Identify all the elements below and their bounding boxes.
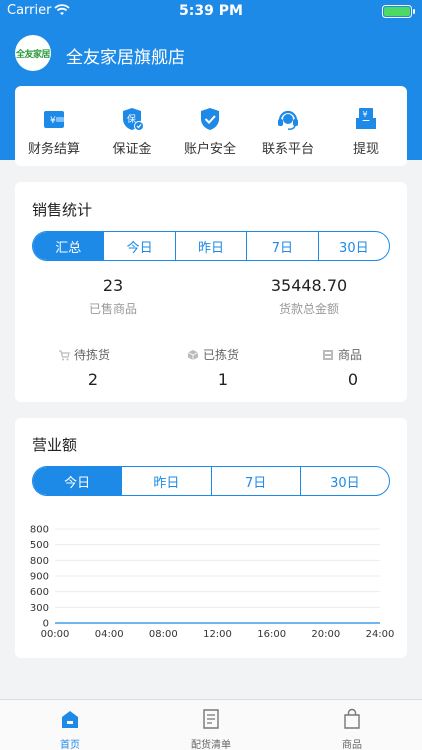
chart-x-tick-label: 16:00 [257,629,286,640]
store-logo: 全友家居 [15,35,51,71]
pending-pick-value: 2 [87,370,99,389]
pending-pick-label: 待拣货 [58,346,110,363]
sales-tab-yesterday[interactable]: 昨日 [174,232,246,260]
revenue-period-tabs: 今日 昨日 7日 30日 [32,466,390,496]
cart-icon [59,349,70,360]
chart-y-tick-label: 500 [30,540,49,551]
goods-text: 商品 [338,348,363,362]
chart-x-tick-label: 20:00 [311,629,340,640]
withdraw-icon: ¥ [356,108,376,129]
svg-text:¥: ¥ [363,110,368,119]
deposit-shield-icon: 保 [123,108,144,131]
sales-period-tabs: 汇总 今日 昨日 7日 30日 [32,231,390,261]
total-amount-value: 35448.70 [270,276,348,295]
shield-check-icon [201,108,219,130]
quick-action-contact[interactable]: 联系平台 [249,86,327,166]
quick-actions-card: ¥ 财务结算 保 保证金 账户安全 联系平台 ¥ 提现 [15,86,407,166]
sales-tab-30days[interactable]: 30日 [317,232,389,260]
quick-action-label: 提现 [352,142,379,157]
chart-y-tick-label: 0 [43,619,49,630]
revenue-card: 营业额 今日 昨日 7日 30日 0 300 600 900 800 500 800 00:0… [15,418,407,658]
tab-home[interactable]: 首页 [0,700,140,750]
chart-x-tick-label: 12:00 [203,629,232,640]
sales-tab-7days[interactable]: 7日 [246,232,317,260]
chart-y-tick-label: 900 [30,572,49,583]
goods-value: 0 [347,370,359,389]
revenue-title: 营业额 [32,436,78,454]
sales-stats-card: 销售统计 汇总 今日 昨日 7日 30日 23 已售商品 35448.70 货款… [15,182,407,402]
quick-action-label: 账户安全 [183,142,236,157]
quick-action-security[interactable]: 账户安全 [171,86,249,166]
revenue-tab-yesterday[interactable]: 昨日 [121,467,210,495]
picked-text: 已拣货 [203,348,240,362]
picked-value: 1 [217,370,229,389]
tab-distribution-label: 配货清单 [191,740,231,750]
quick-action-finance[interactable]: ¥ 财务结算 [15,86,93,166]
quick-action-label: 联系平台 [261,142,314,157]
revenue-tab-7days[interactable]: 7日 [210,467,300,495]
goods-icon [323,349,333,360]
quick-action-withdraw[interactable]: ¥ 提现 [327,86,405,166]
list-icon [203,709,219,729]
store-name: 全友家居旗舰店 [66,48,185,68]
headset-icon [278,110,298,130]
picked-label: 已拣货 [187,346,239,363]
revenue-chart: 0 300 600 900 800 500 800 00:00 04:00 08:00 12:00 1… [30,525,395,641]
sold-count-label: 已售商品 [88,302,137,316]
chart-x-tick-label: 08:00 [149,629,178,640]
chart-y-tick-label: 600 [30,587,49,598]
bottom-tab-bar: 首页 配货清单 商品 [0,699,422,750]
store-header: 全友家居 全友家居旗舰店 [0,30,422,74]
box-icon [187,349,199,360]
chart-x-tick-label: 00:00 [41,629,70,640]
tab-goods-label: 商品 [342,740,362,750]
pending-pick-text: 待拣货 [74,348,111,362]
chart-y-tick-label: 800 [30,556,49,567]
sales-tab-summary[interactable]: 汇总 [33,232,104,260]
quick-action-deposit[interactable]: 保 保证金 [93,86,171,166]
chart-x-tick-label: 04:00 [95,629,124,640]
goods-label: 商品 [322,346,362,363]
total-amount-label: 货款总金额 [278,302,339,316]
tab-distribution-list[interactable]: 配货清单 [141,700,281,750]
sales-tab-today[interactable]: 今日 [103,232,174,260]
tab-home-label: 首页 [60,740,80,750]
revenue-tab-30days[interactable]: 30日 [299,467,389,495]
chart-y-tick-label: 800 [30,525,49,536]
tab-goods[interactable]: 商品 [282,700,422,750]
quick-action-label: 保证金 [112,142,152,157]
quick-action-label: 财务结算 [27,142,80,157]
status-time: 5:39 PM [179,3,243,19]
svg-text:保: 保 [127,113,136,125]
sold-count-value: 23 [102,276,124,295]
chart-x-tick-label: 24:00 [366,629,395,640]
battery-icon [382,5,415,18]
wallet-icon: ¥ [44,111,64,128]
sales-title: 销售统计 [32,201,93,219]
revenue-tab-today[interactable]: 今日 [33,467,122,495]
status-bar: Carrier 5:39 PM [0,0,422,22]
svg-text:¥: ¥ [50,116,56,126]
chart-y-tick-label: 300 [30,603,49,614]
bag-icon [344,708,360,729]
home-icon [62,711,78,728]
